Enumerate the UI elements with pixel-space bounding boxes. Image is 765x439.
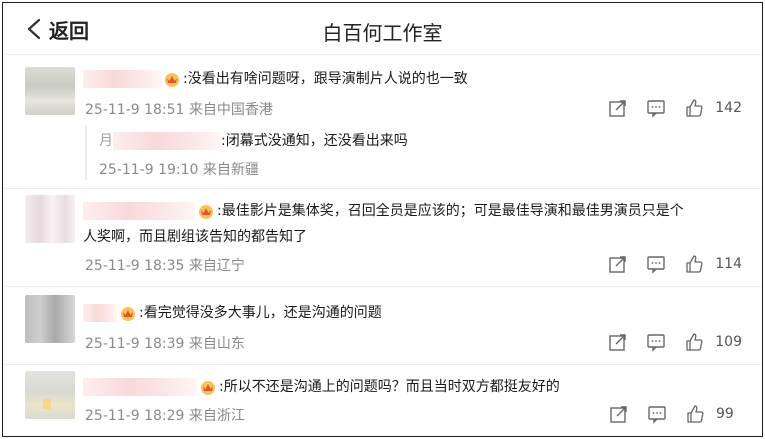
comment-item: :最佳影片是集体奖，召回全员是应该的；可是最佳导演和最佳男演员只是个 人奖啊，而… [3, 193, 762, 285]
comment-item: :看完觉得没多大事儿，还是沟通的问题 25-11-9 18:39 来自山东 10… [3, 291, 762, 361]
crown-badge-icon [201, 381, 215, 395]
comment-time: 25-11-9 18:51 [85, 102, 185, 118]
share-button[interactable] [599, 331, 637, 353]
comment-location: 来自中国香港 [188, 102, 273, 118]
thumbs-up-icon [687, 405, 704, 423]
comment-text: :最佳影片是集体奖，召回全员是应该的；可是最佳导演和最佳男演员只是个 [217, 203, 684, 219]
divider [3, 286, 762, 287]
share-button[interactable] [599, 97, 637, 119]
comment-actions: 142 [599, 97, 742, 119]
avatar[interactable] [25, 67, 75, 115]
like-count: 109 [715, 334, 742, 350]
comment-meta: 25-11-9 18:51 来自中国香港 [85, 99, 273, 119]
share-button[interactable] [600, 403, 638, 425]
crown-badge-icon [165, 73, 179, 87]
username-blurred[interactable] [83, 202, 195, 220]
comment-actions: 99 [600, 403, 742, 425]
like-count: 99 [716, 406, 734, 422]
share-button[interactable] [599, 253, 637, 275]
comment-item: :没看出有啥问题呀，跟导演制片人说的也一致 25-11-9 18:51 来自中国… [3, 63, 762, 183]
share-icon [609, 256, 626, 273]
reply-meta: 25-11-9 19:10 来自新疆 [99, 159, 259, 179]
comment-button[interactable] [637, 97, 675, 119]
comment-content: :没看出有啥问题呀，跟导演制片人说的也一致 [83, 69, 468, 89]
avatar[interactable] [25, 371, 75, 419]
username-blurred[interactable] [83, 70, 161, 88]
comment-time: 25-11-9 18:29 [85, 408, 185, 424]
comment-time: 25-11-9 18:35 [85, 258, 185, 274]
comment-icon [648, 406, 666, 424]
like-button[interactable] [675, 253, 713, 275]
thumbs-up-icon [686, 333, 703, 351]
comment-button[interactable] [638, 403, 676, 425]
weibo-comment-page: 返回 白百何工作室 :没看出有啥问题呀，跟导演制片人说的也一致 25-11-9 … [2, 2, 763, 437]
comment-text: :没看出有啥问题呀，跟导演制片人说的也一致 [183, 71, 468, 87]
like-count: 114 [715, 256, 742, 272]
share-icon [609, 334, 626, 351]
comment-meta: 25-11-9 18:29 来自浙江 [85, 405, 245, 425]
reply-username-prefix[interactable]: 月 [99, 133, 113, 149]
like-button[interactable] [676, 403, 714, 425]
reply-text: :闭幕式没通知，还没看出来吗 [221, 133, 408, 149]
comment-location: 来自山东 [188, 336, 245, 352]
share-icon [610, 406, 627, 423]
thumbs-up-icon [686, 99, 703, 117]
page-title: 白百何工作室 [322, 21, 443, 45]
comment-location: 来自浙江 [188, 408, 245, 424]
like-button[interactable] [675, 97, 713, 119]
divider [3, 364, 762, 365]
comment-item: :所以不还是沟通上的问题吗？而且当时双方都挺友好的 25-11-9 18:29 … [3, 369, 762, 436]
thumbs-up-icon [686, 255, 703, 273]
reply-content: 月 :闭幕式没通知，还没看出来吗 [99, 131, 408, 151]
top-bar: 返回 白百何工作室 [3, 3, 762, 55]
comment-button[interactable] [637, 253, 675, 275]
comment-content: :看完觉得没多大事儿，还是沟通的问题 [83, 303, 382, 323]
comment-actions: 109 [599, 331, 742, 353]
avatar[interactable] [25, 295, 75, 343]
reply-location: 来自新疆 [202, 162, 259, 178]
username-blurred[interactable] [83, 304, 117, 322]
username-blurred[interactable] [83, 378, 197, 396]
comment-meta: 25-11-9 18:39 来自山东 [85, 333, 245, 353]
comment-time: 25-11-9 18:39 [85, 336, 185, 352]
comment-icon [647, 334, 665, 352]
comment-content: :最佳影片是集体奖，召回全员是应该的；可是最佳导演和最佳男演员只是个 [83, 201, 684, 221]
nested-reply: 月 :闭幕式没通知，还没看出来吗 25-11-9 19:10 来自新疆 [85, 125, 735, 180]
like-button[interactable] [675, 331, 713, 353]
crown-badge-icon [199, 205, 213, 219]
crown-badge-icon [121, 307, 135, 321]
avatar[interactable] [25, 195, 75, 243]
comment-button[interactable] [637, 331, 675, 353]
comment-icon [647, 100, 665, 118]
like-count: 142 [715, 100, 742, 116]
reply-time: 25-11-9 19:10 [99, 162, 199, 178]
reply-username-blurred[interactable] [113, 132, 221, 150]
comment-icon [647, 256, 665, 274]
comment-location: 来自辽宁 [188, 258, 245, 274]
comment-actions: 114 [599, 253, 742, 275]
divider [3, 188, 762, 189]
comment-text: :所以不还是沟通上的问题吗？而且当时双方都挺友好的 [219, 379, 560, 395]
comment-text-continued: 人奖啊，而且剧组该告知的都告知了 [83, 229, 307, 245]
comment-meta: 25-11-9 18:35 来自辽宁 [85, 255, 245, 275]
share-icon [609, 100, 626, 117]
comment-content: :所以不还是沟通上的问题吗？而且当时双方都挺友好的 [83, 377, 560, 397]
comment-text: :看完觉得没多大事儿，还是沟通的问题 [139, 305, 382, 321]
